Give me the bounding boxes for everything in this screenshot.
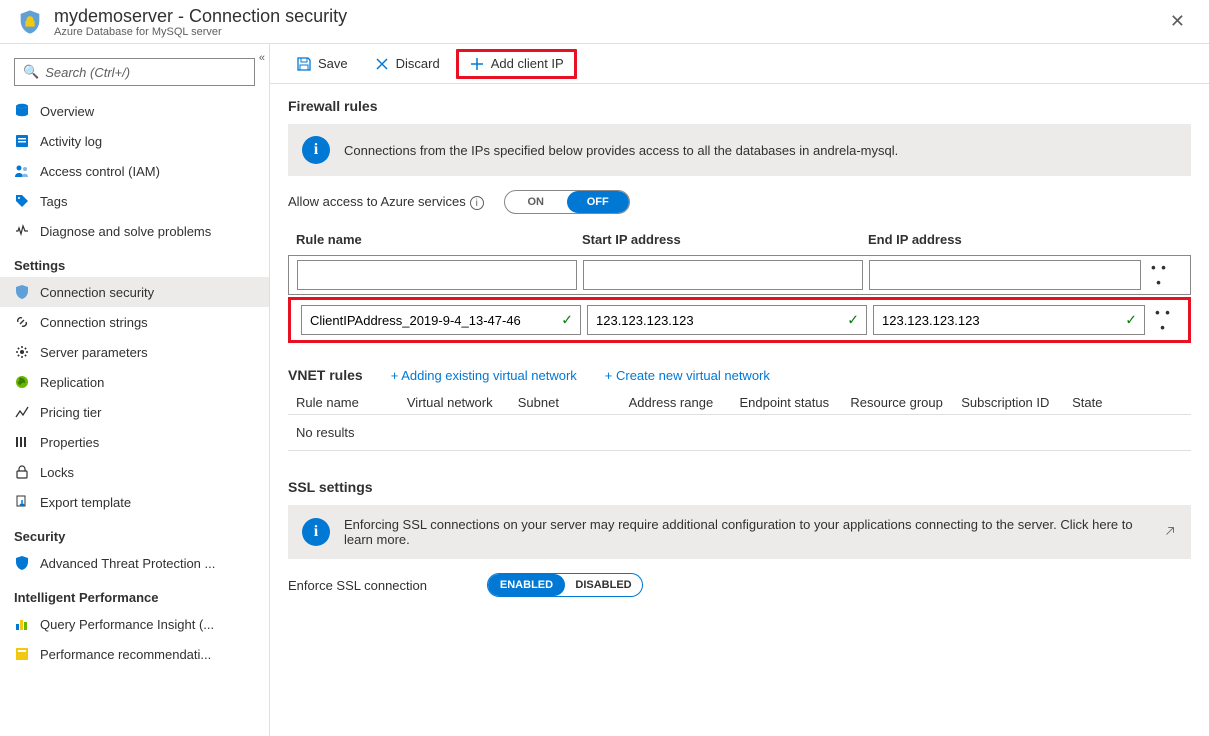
rule-name-input-2[interactable] [301, 305, 581, 335]
row-more-2[interactable]: • • • [1151, 305, 1175, 335]
toolbar: Save Discard Add client IP [270, 44, 1209, 84]
vnet-add-existing-link[interactable]: + Adding existing virtual network [391, 368, 577, 383]
firewall-info-text: Connections from the IPs specified below… [344, 143, 898, 158]
export-icon [14, 494, 30, 510]
info-icon: i [302, 518, 330, 546]
nav-perf-recommend[interactable]: Performance recommendati... [0, 639, 269, 669]
plus-icon [469, 56, 485, 72]
ssl-learn-more-icon[interactable] [1163, 524, 1177, 541]
nav-advanced-threat[interactable]: Advanced Threat Protection ... [0, 548, 269, 578]
nav-connection-strings[interactable]: Connection strings [0, 307, 269, 337]
nav-diagnose[interactable]: Diagnose and solve problems [0, 216, 269, 246]
vnet-no-results: No results [288, 415, 1191, 451]
save-icon [296, 56, 312, 72]
nav-connection-security[interactable]: Connection security [0, 277, 269, 307]
recommend-icon [14, 646, 30, 662]
nav-section-settings: Settings [0, 246, 269, 277]
discard-icon [374, 56, 390, 72]
ssl-enabled[interactable]: ENABLED [488, 574, 565, 596]
nav-properties[interactable]: Properties [0, 427, 269, 457]
start-ip-input-1[interactable] [583, 260, 863, 290]
nav-replication[interactable]: Replication [0, 367, 269, 397]
page-title: mydemoserver - Connection security [54, 6, 347, 27]
nav-section-security: Security [0, 517, 269, 548]
nav-section-intel: Intelligent Performance [0, 578, 269, 609]
page-subtitle: Azure Database for MySQL server [54, 26, 347, 38]
toggle-on[interactable]: ON [505, 191, 567, 213]
nav-tags[interactable]: Tags [0, 186, 269, 216]
close-button[interactable]: ✕ [1162, 7, 1193, 36]
save-button[interactable]: Save [286, 52, 358, 76]
firewall-heading: Firewall rules [288, 98, 1191, 114]
discard-button[interactable]: Discard [364, 52, 450, 76]
ssl-enforce-label: Enforce SSL connection [288, 578, 427, 593]
collapse-sidebar-button[interactable]: « [259, 52, 265, 64]
toggle-off[interactable]: OFF [567, 191, 629, 213]
nav-access-control[interactable]: Access control (IAM) [0, 156, 269, 186]
vnet-create-new-link[interactable]: + Create new virtual network [605, 368, 770, 383]
firewall-row-empty: • • • [291, 258, 1188, 292]
sidebar: « 🔍 Search (Ctrl+/) Overview Activity lo… [0, 44, 270, 736]
blade-header: mydemoserver - Connection security Azure… [0, 0, 1209, 44]
firewall-row-client: • • • [295, 303, 1184, 337]
search-input[interactable]: 🔍 Search (Ctrl+/) [14, 58, 255, 86]
end-ip-input-2[interactable] [873, 305, 1145, 335]
main-content: Save Discard Add client IP Firewall rule… [270, 44, 1209, 736]
chart-icon [14, 616, 30, 632]
nav-locks[interactable]: Locks [0, 457, 269, 487]
tag-icon [14, 193, 30, 209]
pricing-icon [14, 404, 30, 420]
vnet-heading: VNET rules [288, 367, 363, 383]
log-icon [14, 133, 30, 149]
database-icon [14, 103, 30, 119]
search-placeholder: Search (Ctrl+/) [45, 65, 130, 80]
lock-icon [14, 464, 30, 480]
add-client-ip-button[interactable]: Add client IP [456, 49, 577, 79]
shield-icon [16, 8, 44, 36]
globe-icon [14, 374, 30, 390]
search-icon: 🔍 [23, 64, 39, 80]
properties-icon [14, 434, 30, 450]
nav-activity-log[interactable]: Activity log [0, 126, 269, 156]
azure-access-toggle[interactable]: ON OFF [504, 190, 630, 214]
ssl-disabled[interactable]: DISABLED [565, 574, 642, 596]
firewall-info-bar: i Connections from the IPs specified bel… [288, 124, 1191, 176]
people-icon [14, 163, 30, 179]
link-icon [14, 314, 30, 330]
col-end-ip: End IP address [868, 232, 1183, 247]
col-start-ip: Start IP address [582, 232, 868, 247]
nav-pricing-tier[interactable]: Pricing tier [0, 397, 269, 427]
row-more-1[interactable]: • • • [1147, 260, 1171, 290]
ssl-info-bar: i Enforcing SSL connections on your serv… [288, 505, 1191, 559]
ssl-toggle[interactable]: ENABLED DISABLED [487, 573, 643, 597]
help-icon[interactable]: i [470, 196, 484, 210]
ssl-info-text: Enforcing SSL connections on your server… [344, 517, 1149, 547]
shield-small-icon [14, 284, 30, 300]
gear-icon [14, 344, 30, 360]
start-ip-input-2[interactable] [587, 305, 867, 335]
nav-query-perf[interactable]: Query Performance Insight (... [0, 609, 269, 639]
azure-access-label: Allow access to Azure services [288, 194, 466, 209]
diagnose-icon [14, 223, 30, 239]
rule-name-input-1[interactable] [297, 260, 577, 290]
nav-overview[interactable]: Overview [0, 96, 269, 126]
shield-blue-icon [14, 555, 30, 571]
col-rule-name: Rule name [296, 232, 582, 247]
end-ip-input-1[interactable] [869, 260, 1141, 290]
nav-server-parameters[interactable]: Server parameters [0, 337, 269, 367]
nav-export-template[interactable]: Export template [0, 487, 269, 517]
vnet-columns: Rule name Virtual network Subnet Address… [288, 391, 1191, 415]
ssl-heading: SSL settings [288, 479, 1191, 495]
info-icon: i [302, 136, 330, 164]
